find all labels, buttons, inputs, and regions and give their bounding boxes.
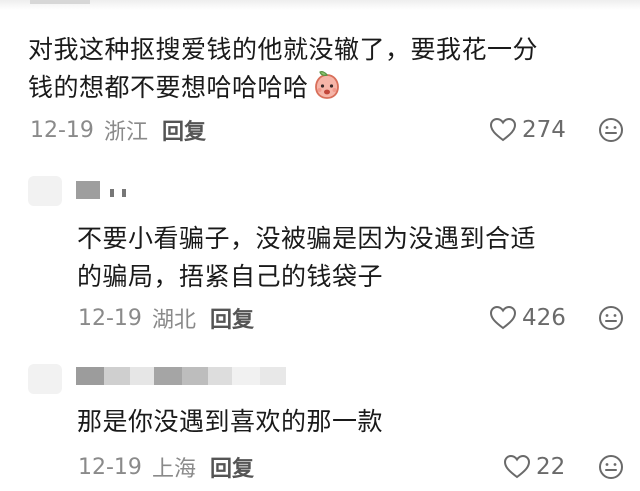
emoji-reaction-icon[interactable]: [598, 117, 624, 143]
comment-line: 对我这种抠搜爱钱的他就没辙了，要我花一分: [28, 35, 539, 64]
like-count: 426: [522, 305, 566, 331]
emoji-reaction-icon[interactable]: [598, 454, 624, 480]
emoji-reaction-icon[interactable]: [598, 305, 624, 331]
like-button[interactable]: 274: [489, 115, 566, 145]
reply-line: 不要小看骗子，没被骗是因为没遇到合适: [77, 224, 537, 253]
avatar[interactable]: [28, 176, 62, 206]
reply-meta: 12-19 湖北 回复: [78, 302, 254, 334]
comment-location: 浙江: [103, 120, 148, 145]
reply-line: 的骗局，捂紧自己的钱袋子: [77, 262, 384, 291]
comment-line: 钱的想都不要想哈哈哈哈: [28, 69, 628, 112]
reply-button[interactable]: 回复: [210, 302, 254, 334]
like-count: 274: [522, 117, 566, 143]
reply-meta: 12-19 上海 回复: [78, 451, 254, 483]
reply-location: 湖北: [151, 308, 196, 333]
reply-date: 12-19: [78, 454, 142, 480]
blurred-username: [76, 366, 286, 386]
like-button[interactable]: 22: [503, 452, 565, 482]
reply-date: 12-19: [78, 305, 142, 331]
reply-line: 那是你没遇到喜欢的那一款: [77, 407, 384, 436]
top-fade: [0, 0, 640, 10]
reply-button[interactable]: 回复: [210, 451, 254, 483]
comment-meta: 12-19 浙江 回复: [30, 114, 206, 146]
comment-text: 对我这种抠搜爱钱的他就没辙了，要我花一分 钱的想都不要想哈哈哈哈: [28, 31, 628, 112]
blurred-username: [76, 180, 126, 200]
like-count: 22: [536, 454, 566, 480]
peach-emoji-icon: [311, 69, 343, 112]
blurred-username: [30, 0, 90, 4]
reply-button[interactable]: 回复: [162, 114, 206, 146]
reply-text: 不要小看骗子，没被骗是因为没遇到合适 的骗局，捂紧自己的钱袋子: [77, 220, 627, 296]
avatar[interactable]: [28, 364, 62, 394]
comment-date: 12-19: [30, 117, 94, 143]
comment-line-text: 钱的想都不要想哈哈哈哈: [28, 73, 309, 102]
heart-icon: [489, 305, 517, 330]
heart-icon: [503, 454, 531, 479]
reply-text: 那是你没遇到喜欢的那一款: [77, 403, 627, 441]
heart-icon: [489, 117, 517, 142]
like-button[interactable]: 426: [489, 303, 566, 333]
reply-location: 上海: [151, 457, 196, 482]
